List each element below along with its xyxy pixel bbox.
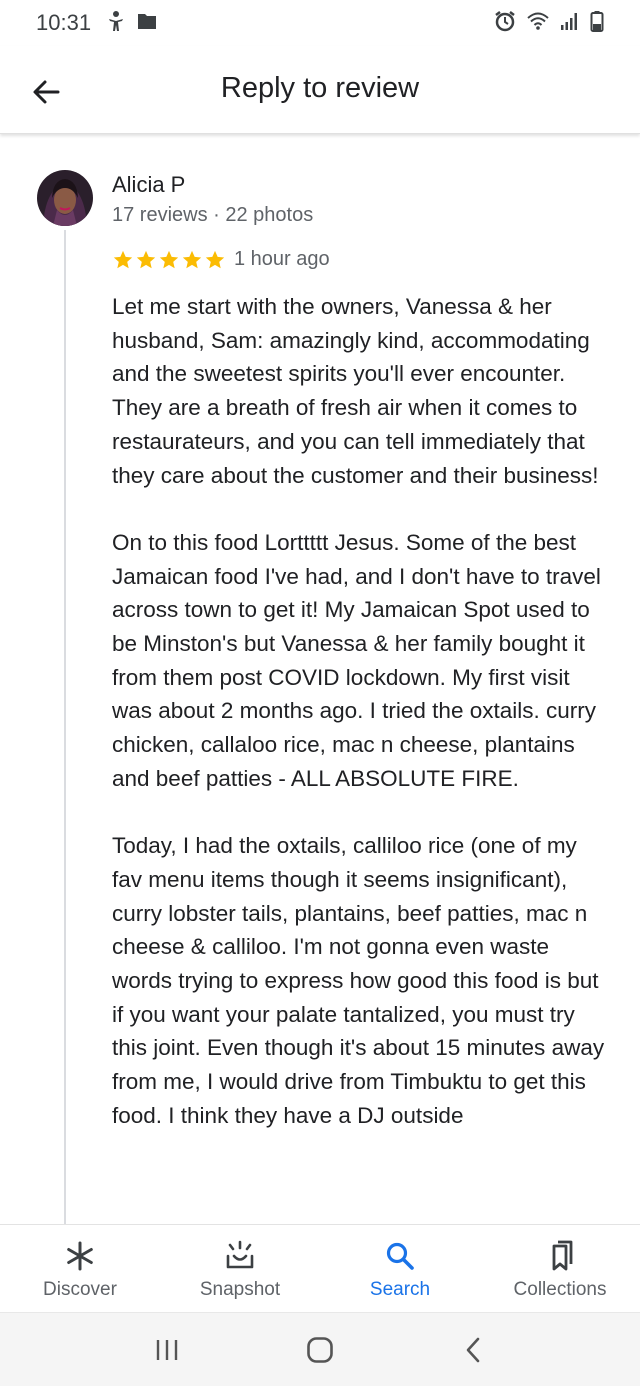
review-paragraph: Today, I had the oxtails, calliloo rice … (112, 833, 605, 1128)
asterisk-icon (63, 1239, 97, 1273)
review-paragraph: Let me start with the owners, Vanessa & … (112, 294, 599, 488)
nav-label: Search (369, 1279, 431, 1300)
accessibility-icon (107, 10, 125, 37)
system-navigation-bar (0, 1312, 640, 1386)
folder-icon (137, 12, 157, 35)
snapshot-icon (223, 1239, 257, 1273)
star-icon (136, 250, 156, 268)
nav-label: Collections (513, 1279, 607, 1300)
recent-apps-button[interactable] (137, 1320, 197, 1380)
nav-label: Snapshot (199, 1279, 281, 1300)
review-paragraph: On to this food Lorttttt Jesus. Some of … (112, 529, 601, 791)
wifi-icon (526, 11, 550, 36)
battery-icon (590, 10, 604, 37)
nav-label: Discover (43, 1279, 117, 1300)
signal-icon (560, 11, 580, 36)
nav-collections[interactable]: Collections (480, 1225, 640, 1312)
nav-snapshot[interactable]: Snapshot (160, 1225, 320, 1312)
nav-search[interactable]: Search (320, 1225, 480, 1312)
search-icon (383, 1239, 417, 1273)
avatar[interactable] (37, 170, 93, 226)
chevron-left-icon (467, 1337, 480, 1362)
nav-discover[interactable]: Discover (0, 1225, 160, 1312)
star-icon (182, 250, 202, 268)
review-text: Let me start with the owners, Vanessa & … (112, 290, 612, 1166)
rating-row: 1 hour ago (112, 248, 330, 271)
page-title: Reply to review (220, 72, 420, 104)
reviewer-name[interactable]: Alicia P (112, 172, 185, 198)
thread-line (64, 230, 66, 1224)
bottom-navigation: Discover Snapshot Search Collections (0, 1224, 640, 1312)
star-rating (112, 249, 226, 271)
recent-apps-icon (156, 1339, 177, 1360)
status-bar: 10:31 (0, 0, 640, 46)
system-back-button[interactable] (443, 1320, 503, 1380)
review-card: Alicia P 17 reviews · 22 photos 1 hour a… (0, 134, 640, 1224)
bookmarks-icon (543, 1239, 577, 1273)
star-icon (113, 250, 133, 268)
home-button[interactable] (290, 1320, 350, 1380)
home-icon (307, 1336, 333, 1363)
status-time: 10:31 (36, 10, 92, 35)
reviewer-meta: 17 reviews · 22 photos (112, 204, 314, 226)
star-icon (159, 250, 179, 268)
star-icon (205, 250, 225, 268)
review-time: 1 hour ago (234, 248, 330, 270)
app-bar: Reply to review (0, 46, 640, 134)
alarm-icon (494, 10, 516, 37)
